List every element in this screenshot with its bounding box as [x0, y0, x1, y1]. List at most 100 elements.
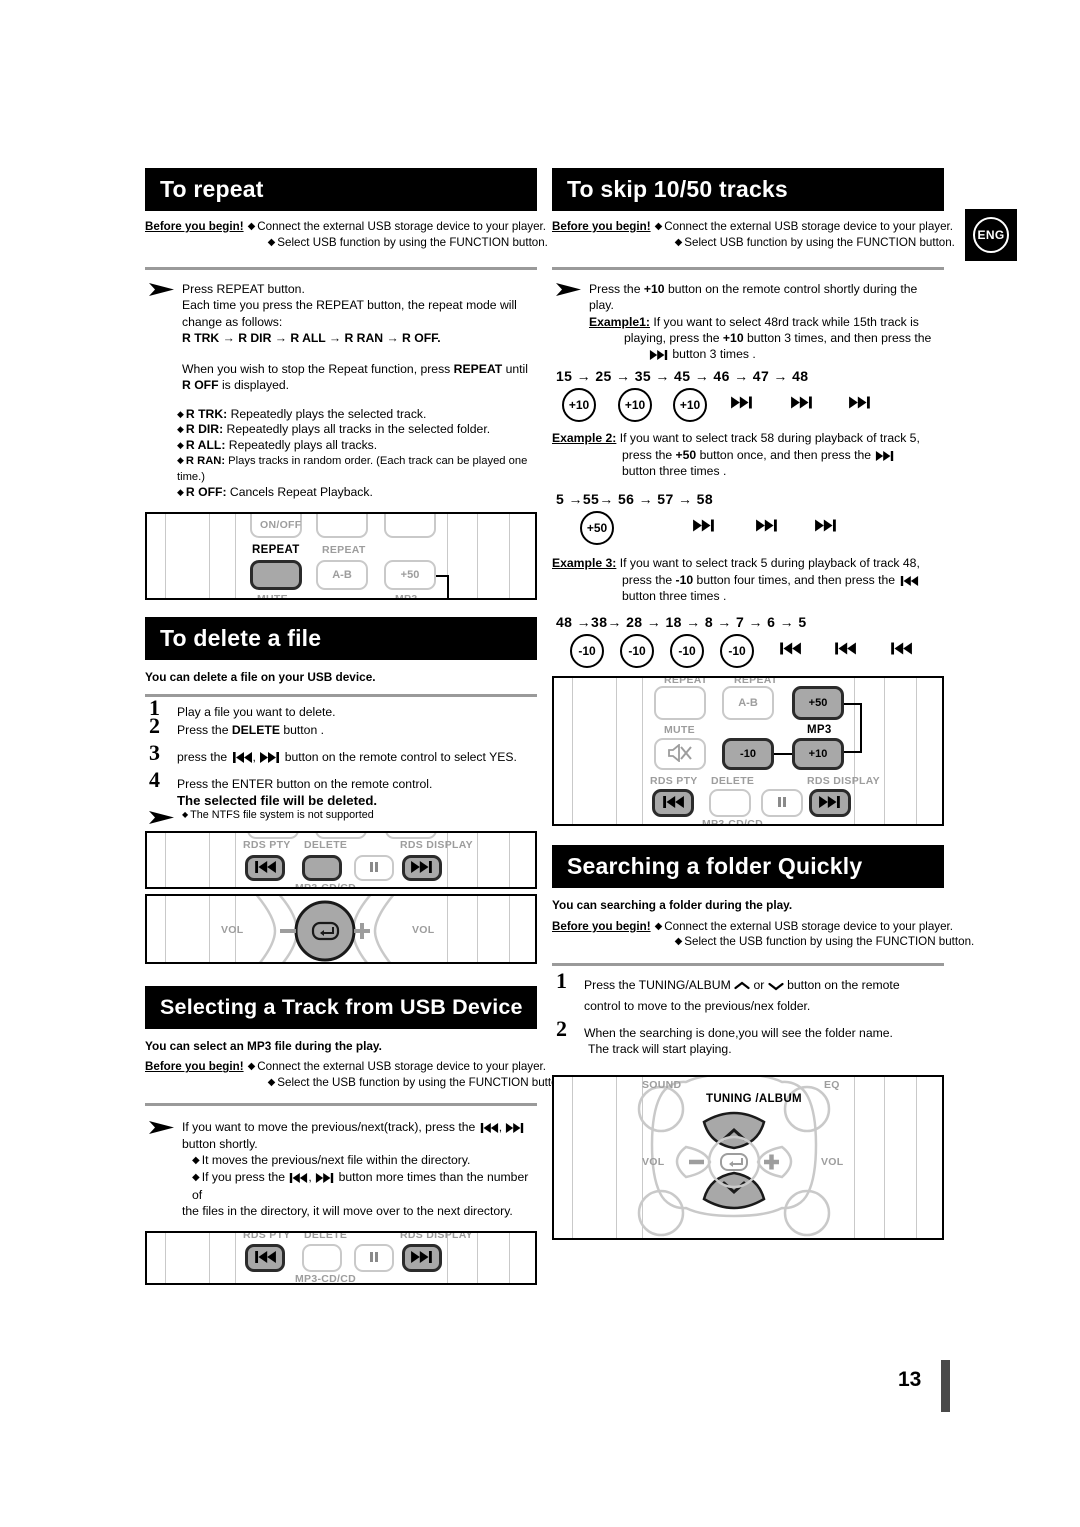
example3-l1: If you want to select track 5 during pla…	[616, 556, 920, 571]
prev-track-icon	[661, 795, 685, 811]
example1-sequence: 15 → 25 → 35 → 45 → 46 → 47 → 48	[556, 368, 809, 385]
diamond-bullet-icon: ◆	[177, 455, 184, 466]
remote-label-repeat: REPEAT	[322, 543, 366, 556]
diamond-bullet-icon: ◆	[182, 810, 189, 820]
example2-l1: If you want to select track 58 during pl…	[616, 431, 920, 446]
byb-connect-text: Connect the external USB storage device …	[664, 919, 953, 933]
example2-l3: button three times .	[622, 464, 727, 479]
manual-page: ENG 13 To repeat Before you begin! ◆ Conn…	[0, 0, 1080, 1527]
remote-diagram-dpad-enter: VOL VOL	[145, 894, 537, 965]
prev-track-icon	[889, 642, 913, 660]
dpad-graphic	[255, 896, 395, 963]
search-folder-subtitle: You can searching a folder during the pl…	[552, 898, 793, 913]
step-number: 2	[149, 712, 160, 738]
skip-intro-bold: +10	[643, 282, 665, 296]
next-track-icon	[875, 450, 895, 461]
list-item: ◆ It moves the previous/next file within …	[182, 1152, 537, 1169]
example3-l2b: -10	[675, 572, 694, 587]
prev-track-icon	[253, 1250, 277, 1266]
divider	[145, 1103, 537, 1107]
skip-intro-p1: Press the	[589, 282, 644, 296]
list-item: ◆ R DIR: Repeatedly plays all tracks in t…	[177, 422, 537, 438]
repeat-each-time: Each time you press the REPEAT button, t…	[182, 298, 517, 313]
diamond-bullet-icon: ◆	[192, 1172, 200, 1184]
remote-button-pause	[354, 1244, 394, 1273]
chevron-down-icon	[768, 981, 784, 991]
repeat-stop-p2: until	[502, 362, 528, 377]
mode-desc: Cancels Repeat Playback.	[226, 485, 373, 500]
remote-label-rdspty: RDS PTY	[650, 775, 698, 788]
remote-button-delete	[302, 855, 342, 882]
mode-desc: Repeatedly plays all tracks.	[225, 437, 378, 452]
prev-track-icon	[833, 642, 857, 660]
diamond-bullet-icon: ◆	[177, 439, 184, 450]
example2-l2c: button once, and then press the	[696, 447, 872, 462]
remote-label-rdspty: RDS PTY	[243, 839, 291, 852]
example1-l2b: +10	[722, 330, 744, 345]
divider	[145, 267, 537, 270]
diamond-bullet-icon: ◆	[192, 1154, 200, 1166]
diamond-bullet-icon: ◆	[247, 1061, 256, 1073]
pause-icon	[368, 1251, 380, 1266]
remote-label-vol-right: VOL	[821, 1155, 844, 1168]
remote-diagram-tuning: SOUND EQ TUNING /ALBUM VOL VOL	[552, 1074, 944, 1240]
example1-l2c: button 3 times, and then press the	[743, 330, 932, 345]
next-track-icon	[315, 1173, 335, 1184]
remote-button-next	[402, 855, 442, 882]
step-number: 1	[556, 967, 567, 993]
callout-minus10-1: -10	[570, 634, 604, 669]
step-text-pre: press the	[177, 750, 231, 765]
language-badge: ENG	[965, 209, 1017, 261]
step-item: 3 press the , button on the remote contr…	[145, 741, 537, 765]
search-step2-b: The track will start playing.	[588, 1042, 732, 1057]
diamond-bullet-icon: ◆	[267, 236, 276, 248]
example2: Example 2: If you want to select track 5…	[552, 430, 944, 479]
remote-diagram-select-track: RDS PTY DELETE RDS DISPLAY MP3-CD/CD	[145, 1231, 537, 1286]
example1-l3: button 3 times .	[669, 347, 756, 362]
callout-plus10-3: +10	[673, 388, 707, 423]
prev-track-icon	[778, 642, 802, 660]
step-substatement: The selected file will be deleted.	[177, 792, 378, 808]
byb-connect-text: Connect the external USB storage device …	[257, 220, 546, 233]
step-item: 2 Press the DELETE button .	[145, 714, 537, 738]
section-title-skip: To skip 10/50 tracks	[552, 168, 944, 211]
remote-label-delete: DELETE	[304, 839, 348, 852]
diamond-bullet-icon: ◆	[267, 1076, 276, 1088]
select-track-instructions: If you want to move the previous/next(tr…	[145, 1119, 537, 1219]
callout-minus10-4: -10	[720, 634, 754, 669]
arrow-bullet-icon	[555, 282, 583, 298]
prev-track-icon	[899, 575, 919, 586]
before-you-begin-label: Before you begin!	[552, 220, 651, 233]
next-track-icon	[410, 1250, 434, 1266]
next-track-icon	[818, 795, 842, 811]
before-you-begin-skip: Before you begin! ◆ Connect the external …	[552, 219, 955, 250]
page-number: 13	[898, 1368, 922, 1391]
search-step1-or: or	[750, 977, 768, 992]
example3-l3: button three times .	[622, 588, 727, 603]
remote-button-ab: A-B	[722, 686, 774, 721]
repeat-change-follows: change as follows:	[182, 314, 283, 329]
remote-label-mp3cdcd: MP3-CD/CD	[295, 1273, 357, 1286]
select-track-bullet2-p1: If you press the	[201, 1170, 289, 1185]
prev-track-icon	[288, 1173, 308, 1184]
pause-icon	[368, 861, 380, 876]
remote-diagram-skip: REPEAT REPEAT A-B +50 MUTE MP3 -10 +10 R…	[552, 676, 944, 827]
select-track-bullet2-p3: the files in the directory, it will move…	[182, 1203, 513, 1218]
next-track-icon	[848, 396, 872, 414]
example2-label: Example 2:	[552, 431, 617, 446]
byb-select-text: Select the USB function by using the FUN…	[277, 1075, 568, 1089]
example3-label: Example 3:	[552, 556, 617, 571]
remote-button-above-3	[385, 833, 437, 840]
before-you-begin-repeat: Before you begin! ◆ Connect the external …	[145, 219, 548, 250]
repeat-stop-p1: When you wish to stop the Repeat functio…	[182, 362, 454, 377]
byb-connect-text: Connect the external USB storage device …	[257, 1060, 546, 1074]
arrow-bullet-icon	[148, 1120, 176, 1136]
remote-label-rdsdisplay: RDS DISPLAY	[400, 1231, 473, 1242]
remote-label-mp3cdcd: MP3-CD/CD	[702, 818, 764, 827]
next-track-icon	[790, 396, 814, 414]
example3-sequence: 48 →38→ 28 → 18 → 8 → 7 → 6 → 5	[556, 614, 807, 631]
select-track-bullet1: It moves the previous/next file within t…	[201, 1152, 471, 1167]
remote-label-tuning-album: TUNING /ALBUM	[706, 1092, 802, 1105]
before-you-begin-label: Before you begin!	[145, 220, 244, 233]
example3-l2c: button four times, and then press the	[693, 572, 896, 587]
